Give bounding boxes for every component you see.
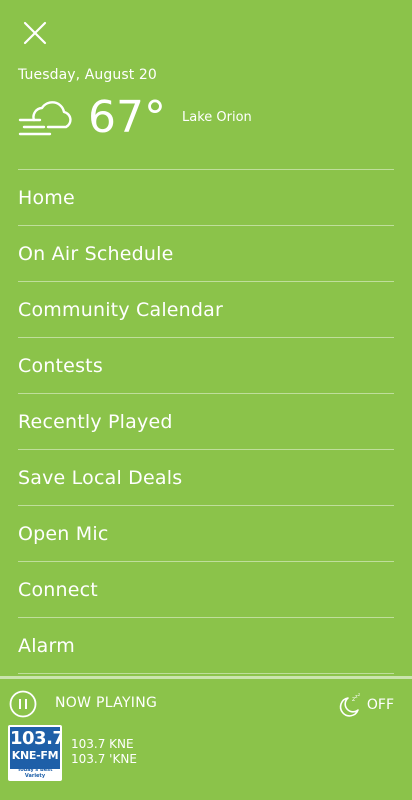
close-icon <box>23 21 47 45</box>
temperature: 67° <box>88 92 166 143</box>
mini-player: NOW PLAYING z z z OFF 103.7 KNE-FM Today… <box>0 676 412 800</box>
menu-item-connect[interactable]: Connect <box>18 562 394 618</box>
weather-location: Lake Orion <box>182 110 252 125</box>
menu-item-community-calendar[interactable]: Community Calendar <box>18 282 394 338</box>
logo-callsign: KNE-FM <box>11 749 59 762</box>
station-subtitle: 103.7 'KNE <box>71 752 137 766</box>
sleep-timer-label: OFF <box>366 697 394 713</box>
svg-text:z: z <box>358 692 360 697</box>
player-controls: NOW PLAYING z z z OFF <box>0 676 412 729</box>
pause-icon <box>9 690 37 718</box>
station-name: 103.7 KNE <box>71 737 134 751</box>
menu-item-open-mic[interactable]: Open Mic <box>18 506 394 562</box>
menu-item-recently-played[interactable]: Recently Played <box>18 394 394 450</box>
pause-button[interactable] <box>9 690 37 718</box>
weather-widget: 67° Lake Orion <box>18 92 398 148</box>
now-playing-label: NOW PLAYING <box>55 695 158 711</box>
station-logo-badge: 103.7 KNE-FM <box>10 727 62 769</box>
station-logo: 103.7 KNE-FM Today's Best Variety <box>8 725 62 781</box>
menu-item-on-air-schedule[interactable]: On Air Schedule <box>18 226 394 282</box>
menu-item-home[interactable]: Home <box>18 170 394 226</box>
logo-tagline: Today's Best Variety <box>17 767 53 779</box>
sleep-timer-button[interactable]: z z z OFF <box>334 692 394 718</box>
date-label: Tuesday, August 20 <box>18 67 157 83</box>
menu-item-save-local-deals[interactable]: Save Local Deals <box>18 450 394 506</box>
cloudy-fog-icon <box>18 101 72 136</box>
sleep-timer-icon: z z z <box>339 692 360 717</box>
menu-item-alarm[interactable]: Alarm <box>18 618 394 674</box>
menu-item-contests[interactable]: Contests <box>18 338 394 394</box>
navigation-menu: Home On Air Schedule Community Calendar … <box>18 169 394 674</box>
station-text: 103.7 KNE 103.7 'KNE <box>71 737 137 767</box>
logo-frequency: 103.7 <box>10 728 62 749</box>
close-button[interactable] <box>22 20 48 46</box>
station-info[interactable]: 103.7 KNE-FM Today's Best Variety 103.7 … <box>0 723 412 800</box>
